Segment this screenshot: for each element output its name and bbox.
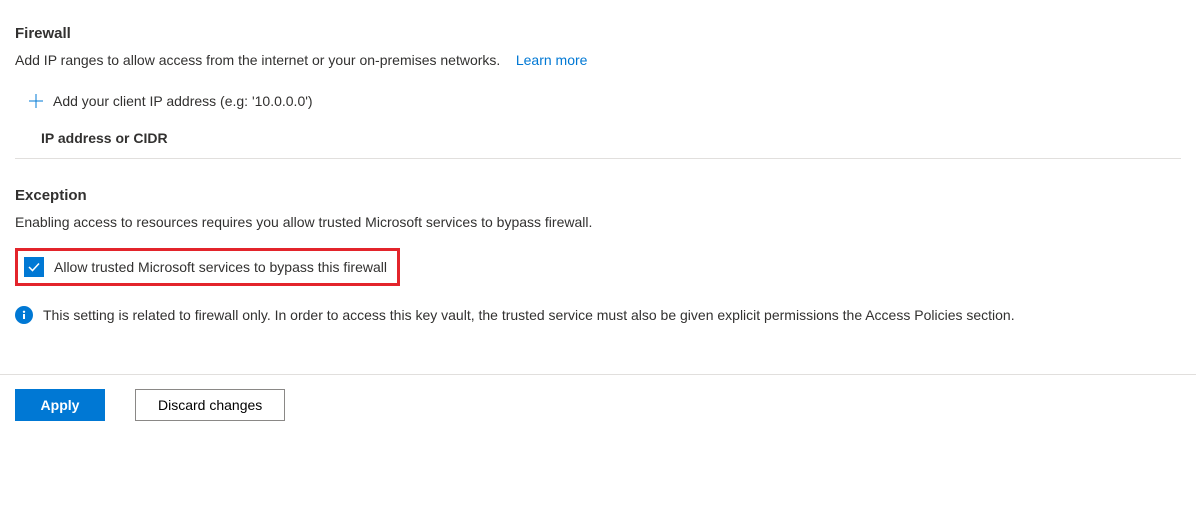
ip-column-header: IP address or CIDR	[15, 122, 1181, 158]
firewall-description: Add IP ranges to allow access from the i…	[15, 52, 500, 68]
apply-button[interactable]: Apply	[15, 389, 105, 421]
check-icon	[27, 260, 41, 274]
exception-heading: Exception	[15, 187, 1181, 204]
add-client-ip-label: Add your client IP address (e.g: '10.0.0…	[53, 93, 313, 109]
firewall-description-row: Add IP ranges to allow access from the i…	[15, 52, 1181, 68]
firewall-heading: Firewall	[15, 25, 1181, 42]
divider	[15, 158, 1181, 159]
bottom-divider	[0, 374, 1196, 375]
info-row: This setting is related to firewall only…	[15, 306, 1181, 324]
allow-trusted-checkbox[interactable]	[24, 257, 44, 277]
allow-trusted-label: Allow trusted Microsoft services to bypa…	[54, 259, 387, 275]
info-text: This setting is related to firewall only…	[43, 307, 1015, 323]
discard-button[interactable]: Discard changes	[135, 389, 285, 421]
exception-description: Enabling access to resources requires yo…	[15, 214, 1181, 230]
add-client-ip-button[interactable]: Add your client IP address (e.g: '10.0.0…	[19, 86, 1181, 116]
learn-more-link[interactable]: Learn more	[516, 52, 588, 68]
info-icon	[15, 306, 33, 324]
plus-icon	[27, 92, 45, 110]
button-row: Apply Discard changes	[15, 389, 1181, 421]
allow-trusted-checkbox-row[interactable]: Allow trusted Microsoft services to bypa…	[15, 248, 400, 286]
